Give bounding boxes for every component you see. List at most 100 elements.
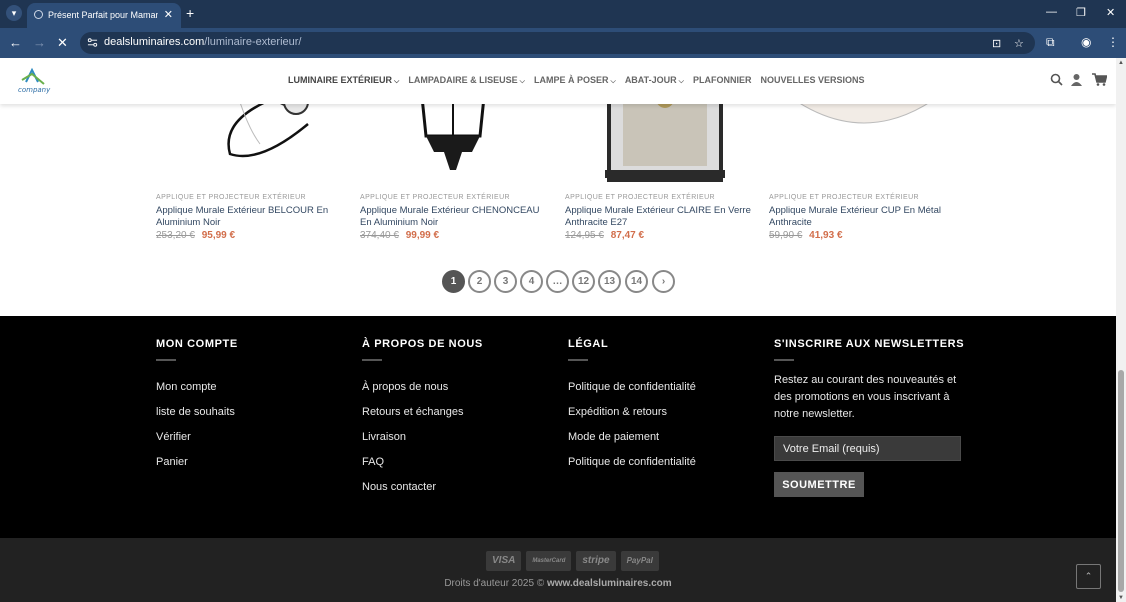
back-icon[interactable]: ← bbox=[9, 35, 22, 50]
nav-item-abat-jour[interactable]: ABAT-JOUR ⌵ bbox=[625, 75, 684, 86]
footer-newsletter-column: S'INSCRIRE AUX NEWSLETTERS Restez au cou… bbox=[774, 338, 974, 497]
payment-icons: VISA MasterCard stripe PayPal bbox=[486, 551, 659, 571]
url-text: dealsluminaires.com/luminaire-exterieur/ bbox=[104, 36, 301, 48]
product-name[interactable]: Applique Murale Extérieur CLAIRE En Verr… bbox=[565, 205, 751, 229]
page-4-button[interactable]: 4 bbox=[520, 270, 543, 293]
footer-divider bbox=[362, 359, 382, 361]
chevron-down-icon: ⌵ bbox=[519, 78, 525, 85]
product-name[interactable]: Applique Murale Extérieur CUP En Métal A… bbox=[769, 205, 955, 229]
back-to-top-button[interactable]: ⌃ bbox=[1076, 564, 1101, 589]
window-close-icon[interactable]: ✕ bbox=[1106, 6, 1115, 19]
extensions-icon[interactable]: ⧉ bbox=[1046, 35, 1055, 50]
footer-link-mon-compte[interactable]: Mon compte bbox=[156, 375, 346, 400]
nav-item-lampadaire-liseuse[interactable]: LAMPADAIRE & LISEUSE ⌵ bbox=[408, 75, 525, 86]
footer-legal-title: LÉGAL bbox=[568, 338, 609, 350]
nav-item-plafonnier[interactable]: PLAFONNIER bbox=[693, 75, 752, 86]
copyright-prefix: Droits d'auteur 2025 © bbox=[444, 578, 545, 589]
tab-close-icon[interactable]: ✕ bbox=[164, 8, 173, 21]
product-old-price: 253,20 € bbox=[156, 230, 195, 241]
minimize-icon[interactable]: — bbox=[1046, 6, 1057, 18]
site-info-icon[interactable] bbox=[87, 37, 98, 48]
scroll-down-arrow-icon[interactable]: ▼ bbox=[1118, 595, 1124, 601]
nav-item-luminaire-exterieur[interactable]: LUMINAIRE EXTÉRIEUR ⌵ bbox=[288, 75, 399, 86]
page-14-button[interactable]: 14 bbox=[625, 270, 648, 293]
product-price: 253,20 € 95,99 € bbox=[156, 230, 235, 241]
browser-menu-icon[interactable]: ⋮ bbox=[1107, 35, 1119, 49]
bottom-bar: VISA MasterCard stripe PayPal Droits d'a… bbox=[0, 538, 1116, 602]
footer-link-retours[interactable]: Retours et échanges bbox=[362, 400, 552, 425]
scrollbar-thumb[interactable] bbox=[1118, 370, 1124, 592]
paypal-icon: PayPal bbox=[620, 551, 659, 571]
footer-link-payment[interactable]: Mode de paiement bbox=[568, 425, 758, 450]
mastercard-icon: MasterCard bbox=[526, 551, 572, 571]
tab-list-button[interactable]: ▾ bbox=[6, 5, 22, 21]
next-page-icon[interactable]: › bbox=[652, 270, 675, 293]
product-old-price: 374,40 € bbox=[360, 230, 399, 241]
page-12-button[interactable]: 12 bbox=[572, 270, 595, 293]
url-path: /luminaire-exterieur/ bbox=[204, 36, 302, 48]
product-category[interactable]: APPLIQUE ET PROJECTEUR EXTÉRIEUR bbox=[565, 194, 715, 201]
cart-icon[interactable] bbox=[1092, 73, 1107, 86]
footer-link-faq[interactable]: FAQ bbox=[362, 450, 552, 475]
product-old-price: 59,90 € bbox=[769, 230, 803, 241]
user-account-icon[interactable] bbox=[1070, 73, 1083, 86]
page-13-button[interactable]: 13 bbox=[598, 270, 621, 293]
page-3-button[interactable]: 3 bbox=[494, 270, 517, 293]
translate-icon[interactable]: ⊡ bbox=[992, 37, 1001, 50]
footer-link-contact[interactable]: Nous contacter bbox=[362, 475, 552, 500]
footer-account-column: MON COMPTE Mon compte liste de souhaits … bbox=[156, 338, 346, 475]
stop-loading-icon[interactable]: ✕ bbox=[57, 35, 68, 51]
bookmark-star-icon[interactable]: ☆ bbox=[1014, 37, 1024, 50]
product-price: 59,90 € 41,93 € bbox=[769, 230, 843, 241]
logo-text: company bbox=[18, 86, 51, 94]
restore-icon[interactable]: ❐ bbox=[1076, 6, 1086, 19]
product-category[interactable]: APPLIQUE ET PROJECTEUR EXTÉRIEUR bbox=[156, 194, 306, 201]
forward-icon[interactable]: → bbox=[33, 35, 46, 50]
product-sale-price: 99,99 € bbox=[405, 230, 440, 241]
site-logo[interactable]: company bbox=[14, 66, 54, 94]
page-2-button[interactable]: 2 bbox=[468, 270, 491, 293]
footer-about-title: À PROPOS DE NOUS bbox=[362, 338, 483, 350]
copyright: Droits d'auteur 2025 © www.dealsluminair… bbox=[0, 578, 1116, 589]
footer-link-privacy-2[interactable]: Politique de confidentialité bbox=[568, 450, 758, 475]
product-price: 374,40 € 99,99 € bbox=[360, 230, 439, 241]
chevron-down-icon: ⌵ bbox=[610, 78, 616, 85]
nav-label: LAMPE À POSER bbox=[533, 75, 609, 85]
footer-divider bbox=[156, 359, 176, 361]
address-bar[interactable]: dealsluminaires.com/luminaire-exterieur/… bbox=[80, 32, 1035, 54]
nav-item-lampe-a-poser[interactable]: LAMPE À POSER ⌵ bbox=[534, 75, 616, 86]
nav-label: LAMPADAIRE & LISEUSE bbox=[408, 75, 518, 85]
visa-icon: VISA bbox=[486, 551, 522, 571]
product-name[interactable]: Applique Murale Extérieur BELCOUR En Alu… bbox=[156, 205, 342, 229]
footer-link-verifier[interactable]: Vérifier bbox=[156, 425, 346, 450]
page-scrollbar[interactable]: ▲ ▼ bbox=[1116, 58, 1126, 602]
profile-icon[interactable]: ◉ bbox=[1081, 35, 1091, 49]
footer-link-a-propos[interactable]: À propos de nous bbox=[362, 375, 552, 400]
product-sale-price: 87,47 € bbox=[610, 230, 645, 241]
chevron-down-icon: ⌵ bbox=[678, 78, 684, 85]
newsletter-description: Restez au courant des nouveautés et des … bbox=[774, 374, 957, 420]
browser-tab[interactable]: Présent Parfait pour Maman : S ✕ bbox=[27, 3, 181, 28]
copyright-site-link[interactable]: www.dealsluminaires.com bbox=[547, 578, 672, 589]
product-category[interactable]: APPLIQUE ET PROJECTEUR EXTÉRIEUR bbox=[769, 194, 919, 201]
browser-tab-bar: ▾ Présent Parfait pour Maman : S ✕ + — ❐… bbox=[0, 0, 1126, 28]
footer-link-livraison[interactable]: Livraison bbox=[362, 425, 552, 450]
product-name[interactable]: Applique Murale Extérieur CHENONCEAU En … bbox=[360, 205, 546, 229]
footer-account-title: MON COMPTE bbox=[156, 338, 238, 350]
footer-link-wishlist[interactable]: liste de souhaits bbox=[156, 400, 346, 425]
footer-link-shipping[interactable]: Expédition & retours bbox=[568, 400, 758, 425]
page-1-button[interactable]: 1 bbox=[442, 270, 465, 293]
newsletter-email-input[interactable] bbox=[774, 436, 961, 461]
newsletter-submit-button[interactable]: SOUMETTRE bbox=[774, 472, 864, 497]
footer-link-privacy[interactable]: Politique de confidentialité bbox=[568, 375, 758, 400]
nav-item-nouvelles-versions[interactable]: NOUVELLES VERSIONS bbox=[760, 75, 864, 86]
nav-label: PLAFONNIER bbox=[692, 75, 752, 85]
new-tab-icon[interactable]: + bbox=[186, 5, 194, 21]
footer-link-panier[interactable]: Panier bbox=[156, 450, 346, 475]
search-icon[interactable] bbox=[1050, 73, 1063, 86]
product-sale-price: 41,93 € bbox=[809, 230, 843, 241]
product-category[interactable]: APPLIQUE ET PROJECTEUR EXTÉRIEUR bbox=[360, 194, 510, 201]
scroll-up-arrow-icon[interactable]: ▲ bbox=[1118, 60, 1124, 66]
footer-about-column: À PROPOS DE NOUS À propos de nous Retour… bbox=[362, 338, 552, 500]
stripe-icon: stripe bbox=[576, 551, 616, 571]
